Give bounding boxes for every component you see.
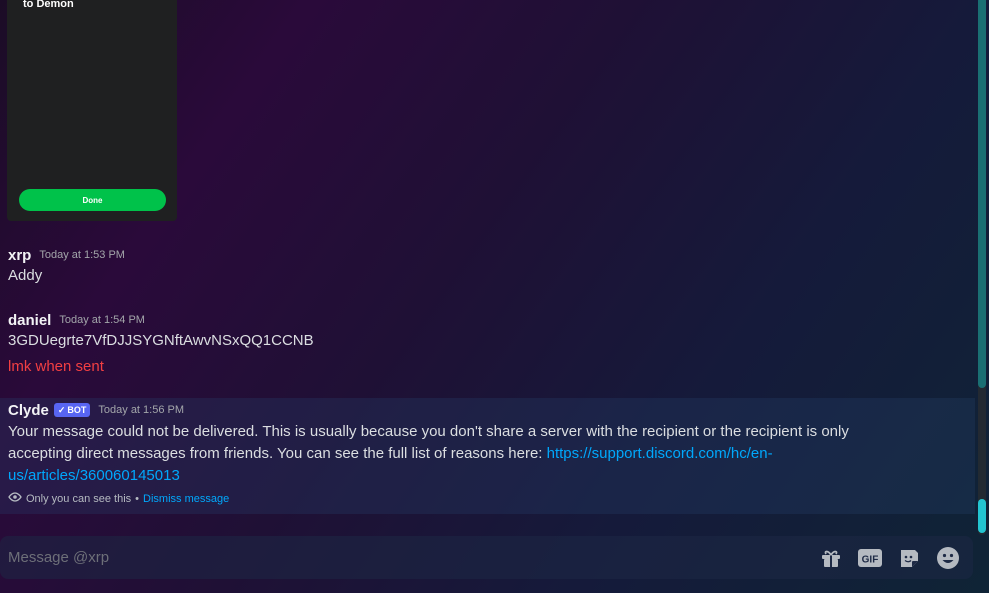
- gift-icon[interactable]: [818, 545, 844, 571]
- message-list: to Demon Done xrp Today at 1:53 PM Addy …: [0, 0, 978, 530]
- eye-icon: [8, 492, 22, 505]
- embed-text: to Demon: [23, 0, 74, 10]
- message-text: Addy: [8, 267, 43, 284]
- embed-card: to Demon Done: [7, 0, 177, 221]
- scrollbar-thumb-bottom[interactable]: [978, 499, 986, 533]
- message-daniel: daniel Today at 1:54 PM 3GDUegrte7VfDJJS…: [8, 311, 314, 378]
- scrollbar-thumb[interactable]: [978, 0, 986, 388]
- bot-badge-label: BOT: [67, 405, 87, 415]
- emoji-icon[interactable]: [935, 545, 961, 571]
- ephemeral-text: Only you can see this: [26, 492, 132, 505]
- message-timestamp: Today at 1:54 PM: [59, 314, 145, 326]
- separator: •: [135, 492, 140, 505]
- done-button[interactable]: Done: [19, 189, 166, 211]
- message-text: 3GDUegrte7VfDJJSYGNftAwvNSxQQ1CCNB: [8, 332, 314, 349]
- svg-text:GIF: GIF: [862, 554, 879, 565]
- message-xrp: xrp Today at 1:53 PM Addy: [8, 246, 125, 287]
- bot-badge: ✓ BOT: [53, 403, 91, 417]
- message-author[interactable]: xrp: [8, 247, 31, 264]
- sticker-icon[interactable]: [896, 545, 922, 571]
- clyde-message-text: Your message could not be delivered. Thi…: [8, 421, 888, 487]
- message-author[interactable]: Clyde: [8, 402, 49, 419]
- gif-icon[interactable]: GIF: [857, 545, 883, 571]
- message-timestamp: Today at 1:53 PM: [39, 249, 125, 261]
- message-clyde: Clyde ✓ BOT Today at 1:56 PM Your messag…: [8, 401, 888, 505]
- ephemeral-note: Only you can see this • Dismiss message: [8, 492, 888, 505]
- message-text-red: lmk when sent: [8, 358, 104, 375]
- composer-icons: GIF: [818, 545, 973, 571]
- message-composer: GIF: [0, 536, 973, 579]
- verified-check-icon: ✓: [57, 404, 66, 415]
- message-timestamp: Today at 1:56 PM: [98, 404, 185, 416]
- message-input[interactable]: [0, 548, 818, 567]
- message-author[interactable]: daniel: [8, 312, 51, 329]
- dismiss-message-link[interactable]: Dismiss message: [143, 493, 229, 505]
